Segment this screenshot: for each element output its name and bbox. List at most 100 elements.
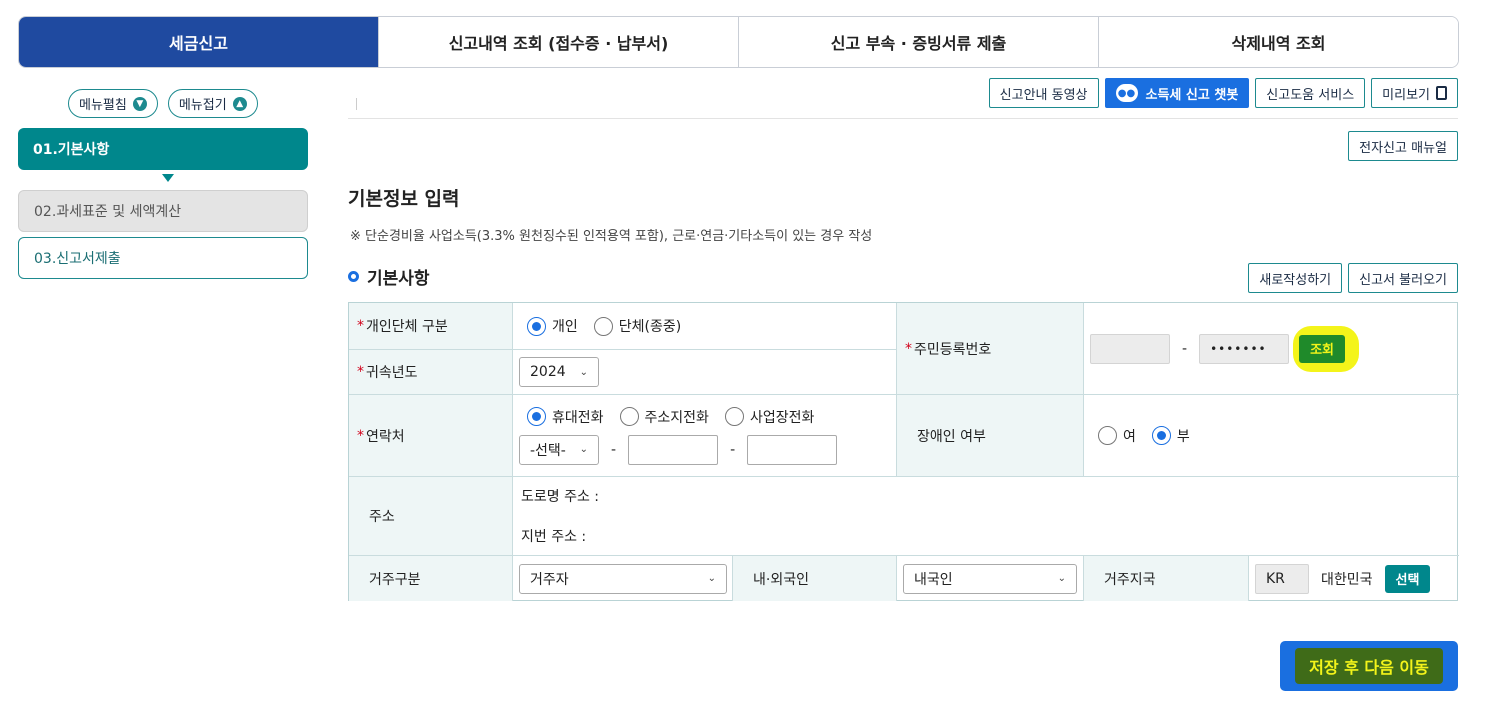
radio-mobile[interactable]: 휴대전화 [527,407,604,427]
disabled-cell: 여 부 [1084,395,1459,477]
phone-middle-input[interactable] [628,434,719,465]
sidebar-step-tax-calc[interactable]: 02.과세표준 및 세액계산 [18,190,308,232]
region-name: 대한민국 [1321,571,1373,588]
radio-work-phone-label: 사업장전화 [749,409,815,426]
address-label: 주소 [369,509,395,525]
radio-home-phone[interactable]: 주소지전화 [619,407,709,427]
address-label-cell: 주소 [349,477,513,556]
contact-label-cell: * 연락처 [349,395,513,477]
phone-prefix-select[interactable]: -선택- ⌄ [519,434,599,465]
phone-dash: - [611,441,617,458]
radio-home-phone-label: 주소지전화 [644,409,709,426]
tab-tax-filing[interactable]: 세금신고 [19,17,378,67]
rrn-label: 주민등록번호 [914,341,992,358]
radio-mobile-label: 휴대전화 [552,409,604,426]
manual-button[interactable]: 전자신고 매뉴얼 [1348,131,1458,161]
new-form-button[interactable]: 새로작성하기 [1248,263,1343,293]
rrn-front-input[interactable] [1090,333,1170,364]
page-title: 기본정보 입력 [348,188,460,210]
address-cell: 도로명 주소 : 지번 주소 : [513,477,1459,556]
radio-unchecked-icon [1098,426,1117,445]
year-cell: 2024 ⌄ [513,350,897,395]
subtitle-text: 기본사항 [367,269,430,289]
required-mark: * [357,427,364,444]
radio-work-phone[interactable]: 사업장전화 [724,407,815,427]
tab-filing-history[interactable]: 신고내역 조회 (접수증 · 납부서) [378,17,738,67]
tab-attachments[interactable]: 신고 부속 · 증빙서류 제출 [738,17,1098,67]
residence-label-cell: 거주구분 [349,556,513,601]
basic-info-form: * 개인단체 구분 개인 단체(종중) * 귀속년도 2024 ⌄ * 주민등록번… [348,302,1459,601]
header-divider [348,118,1458,119]
residence-select[interactable]: 거주자 ⌄ [519,563,727,594]
divider [356,98,357,110]
nationality-select[interactable]: 내국인 ⌄ [903,563,1077,594]
save-next-button[interactable]: 저장 후 다음 이동 [1280,641,1458,691]
nationality-cell: 내국인 ⌄ [897,556,1084,601]
menu-expand-button[interactable]: 메뉴펼침 ▼ [68,89,158,118]
phone-inputs: -선택- ⌄ - - [519,434,838,465]
lookup-wrapper: 조회 [1293,325,1360,372]
rrn-cell: - ••••••• 조회 [1084,303,1459,395]
phone-last-input[interactable] [747,434,838,465]
rrn-back-value: ••••••• [1210,341,1267,356]
radio-checked-icon [527,407,546,426]
menu-expand-label: 메뉴펼침 [79,98,127,113]
sidebar-step-submit[interactable]: 03.신고서제출 [18,237,308,279]
region-label: 거주지국 [1104,571,1156,588]
form-actions: 새로작성하기 신고서 불러오기 [1248,263,1458,293]
chatbot-icon: ●● [1115,84,1138,102]
year-label-cell: * 귀속년도 [349,350,513,395]
radio-individual-label: 개인 [552,319,578,335]
page-note: ※ 단순경비율 사업소득(3.3% 원천징수된 인적용역 포함), 근로·연금·… [350,229,873,244]
load-form-button[interactable]: 신고서 불러오기 [1348,263,1458,293]
bullet-icon [348,271,359,282]
region-label-cell: 거주지국 [1084,556,1249,601]
chevron-down-icon: ▼ [132,96,147,111]
chevron-down-icon: ⌄ [1057,573,1066,584]
type-label-cell: * 개인단체 구분 [349,303,513,350]
preview-label: 미리보기 [1382,87,1430,103]
guide-video-button[interactable]: 신고안내 동영상 [988,78,1099,108]
rrn-label-cell: * 주민등록번호 [897,303,1084,395]
tab-deleted-history[interactable]: 삭제내역 조회 [1098,17,1458,67]
step-arrow-icon [162,174,174,182]
year-value: 2024 [530,364,566,380]
radio-group[interactable]: 단체(종중) [593,316,681,336]
residence-label: 거주구분 [369,571,421,588]
radio-disabled-yes[interactable]: 여 [1098,426,1136,446]
contact-options: 휴대전화 주소지전화 사업장전화 [527,407,830,427]
residence-cell: 거주자 ⌄ [513,556,733,601]
help-service-button[interactable]: 신고도움 서비스 [1255,78,1366,108]
radio-disabled-no-label: 부 [1176,428,1190,445]
top-tabs: 세금신고 신고내역 조회 (접수증 · 납부서) 신고 부속 · 증빙서류 제출… [18,16,1459,68]
sidebar-step-basic[interactable]: 01.기본사항 [18,128,308,170]
region-select-button[interactable]: 선택 [1384,564,1431,593]
radio-disabled-yes-label: 여 [1123,428,1136,445]
region-code-value: KR [1266,570,1285,587]
year-select[interactable]: 2024 ⌄ [519,357,599,387]
lot-address: 지번 주소 : [521,529,587,545]
menu-collapse-label: 메뉴접기 [178,98,227,113]
year-label: 귀속년도 [366,365,418,381]
preview-button[interactable]: 미리보기 [1371,78,1458,108]
chevron-down-icon: ⌄ [707,573,716,584]
radio-unchecked-icon [619,407,639,426]
nationality-label-cell: 내·외국인 [733,556,897,601]
phone-dash: - [730,441,736,458]
contact-label: 연락처 [366,428,405,445]
radio-unchecked-icon [724,407,744,426]
toolbar: 신고안내 동영상 ●● 소득세 신고 챗봇 신고도움 서비스 미리보기 [988,78,1458,108]
chatbot-button[interactable]: ●● 소득세 신고 챗봇 [1104,78,1250,108]
save-next-label: 저장 후 다음 이동 [1295,648,1443,684]
menu-collapse-button[interactable]: 메뉴접기 ▲ [167,89,258,118]
radio-individual[interactable]: 개인 [527,316,578,336]
document-icon [1436,86,1447,100]
menu-toggles: 메뉴펼침 ▼ 메뉴접기 ▲ [68,89,258,118]
radio-disabled-no[interactable]: 부 [1151,426,1190,446]
nationality-value: 내국인 [914,571,953,588]
contact-cell: 휴대전화 주소지전화 사업장전화 -선택- ⌄ - - [513,395,897,477]
rrn-back-input[interactable]: ••••••• [1199,333,1290,364]
disabled-label-cell: 장애인 여부 [897,395,1084,477]
lookup-button[interactable]: 조회 [1299,334,1345,363]
chevron-down-icon: ⌄ [579,366,588,378]
